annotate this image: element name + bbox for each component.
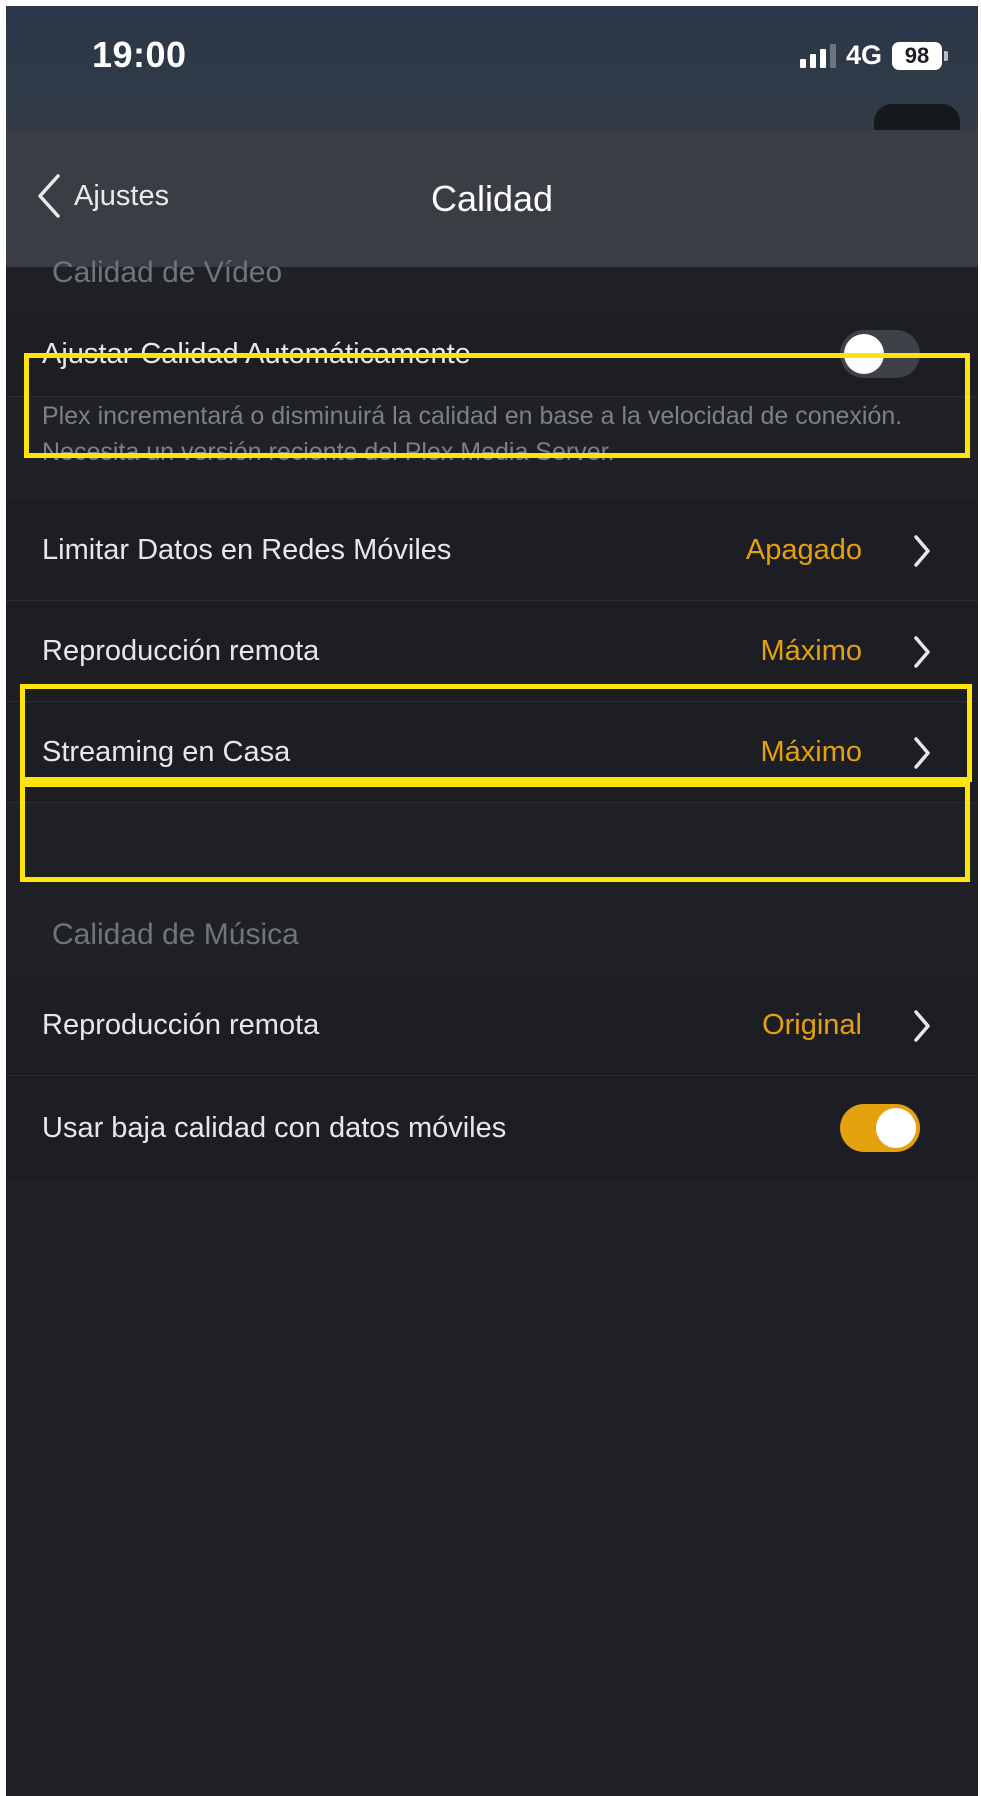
battery-level: 98 <box>892 41 942 70</box>
network-type: 4G <box>845 40 882 70</box>
music-section-header: Calidad de Música <box>52 918 299 951</box>
toggle-knob <box>876 1108 916 1148</box>
status-indicators: 4G 98 <box>799 40 948 71</box>
toggle-knob <box>844 334 884 374</box>
chevron-right-icon <box>914 1010 930 1042</box>
auto-quality-toggle[interactable] <box>840 330 920 378</box>
settings-screen: 19:00 4G 98 Ajustes Calidad Calidad de V… <box>6 6 978 1796</box>
video-remote-playback-row[interactable]: Reproducción remota Máximo <box>6 601 978 702</box>
auto-quality-row[interactable]: Ajustar Calidad Automáticamente <box>6 312 978 397</box>
music-remote-playback-value: Original <box>762 1009 862 1041</box>
chevron-right-icon <box>914 535 930 567</box>
auto-quality-description: Plex incrementará o disminuirá la calida… <box>42 402 903 466</box>
low-quality-mobile-label: Usar baja calidad con datos móviles <box>42 1112 507 1144</box>
low-quality-mobile-row[interactable]: Usar baja calidad con datos móviles <box>6 1076 978 1179</box>
home-streaming-row[interactable]: Streaming en Casa Máximo <box>6 702 978 803</box>
music-remote-playback-label: Reproducción remota <box>42 1009 320 1041</box>
navigation-bar: Ajustes Calidad <box>6 130 978 267</box>
home-streaming-label: Streaming en Casa <box>42 736 291 768</box>
auto-quality-label: Ajustar Calidad Automáticamente <box>42 338 471 370</box>
video-section-header: Calidad de Vídeo <box>52 256 283 289</box>
limit-mobile-data-label: Limitar Datos en Redes Móviles <box>42 534 452 566</box>
status-bar: 19:00 4G 98 <box>6 6 978 144</box>
video-remote-playback-value: Máximo <box>760 635 862 667</box>
music-remote-playback-row[interactable]: Reproducción remota Original <box>6 975 978 1076</box>
cellular-signal-icon <box>799 43 836 68</box>
page-title: Calidad <box>430 178 554 219</box>
limit-mobile-data-row[interactable]: Limitar Datos en Redes Móviles Apagado <box>6 500 978 601</box>
chevron-right-icon <box>914 636 930 668</box>
battery-icon: 98 <box>892 41 948 70</box>
low-quality-mobile-toggle[interactable] <box>840 1104 920 1152</box>
limit-mobile-data-value: Apagado <box>745 534 862 566</box>
chevron-right-icon <box>914 737 930 769</box>
video-remote-playback-label: Reproducción remota <box>42 635 320 667</box>
home-streaming-value: Máximo <box>760 736 862 768</box>
status-time: 19:00 <box>92 34 187 75</box>
